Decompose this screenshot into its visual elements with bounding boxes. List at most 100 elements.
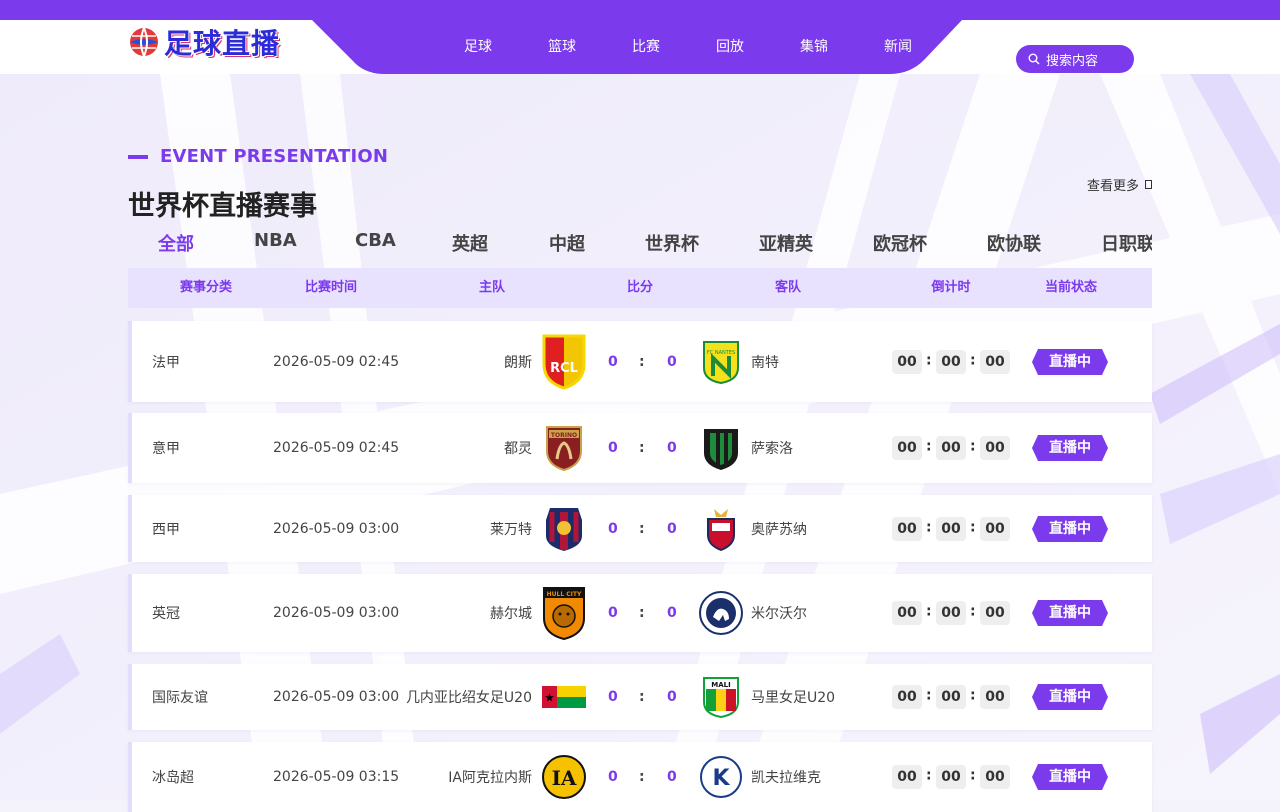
eyebrow-dash [128,154,148,159]
home-score: 0 [608,440,618,456]
score-separator: : [639,769,645,785]
home-team: 都灵 [504,441,532,457]
countdown-minutes: 00 [936,685,966,709]
match-time: 2026-05-09 03:15 [273,769,400,785]
home-score: 0 [608,689,618,705]
countdown-hours: 00 [892,436,922,460]
tab-csl[interactable]: 中超 [549,230,585,256]
match-time: 2026-05-09 02:45 [273,353,400,370]
section-title: 世界杯直播赛事 [128,191,317,222]
countdown-hours: 00 [892,349,922,374]
svg-text:K: K [712,766,730,791]
col-countdown: 倒计时 [931,280,971,295]
search-button[interactable]: 搜索内容 [1016,45,1134,73]
live-status-button[interactable]: 直播中 [1032,684,1108,710]
live-status-button[interactable]: 直播中 [1032,515,1108,542]
nav-item-matches[interactable]: 比赛 [604,33,688,61]
score-separator: : [639,353,645,370]
col-league: 赛事分类 [179,280,233,295]
away-team: 凯夫拉维克 [751,770,821,786]
nav-item-replay[interactable]: 回放 [688,33,772,61]
tab-world-cup[interactable]: 世界杯 [645,230,699,256]
ia-akranes-crest-icon: IA [542,755,586,799]
tab-acl-elite[interactable]: 亚精英 [759,230,813,256]
countdown-seconds: 00 [980,436,1010,460]
col-status: 当前状态 [1044,280,1098,295]
arrow-icon [1145,180,1152,189]
table-row[interactable]: 冰岛超 2026-05-09 03:15 IA阿克拉内斯 IA 0 : 0 K … [128,742,1152,812]
countdown-minutes: 00 [936,601,966,625]
col-away: 客队 [774,280,802,295]
table-row[interactable]: 法甲 2026-05-09 02:45 朗斯 RCL 0 : 0 FC NANT… [128,321,1152,402]
match-time: 2026-05-09 03:00 [273,689,400,705]
svg-text:TORINO: TORINO [551,432,577,439]
nav-item-home[interactable]: 首页 [351,33,436,61]
countdown-seconds: 00 [980,685,1010,709]
search-icon [1028,53,1040,65]
osasuna-crest-icon [699,507,743,551]
tab-uecl[interactable]: 欧协联 [987,230,1041,256]
guinea-bissau-flag-icon [542,675,586,719]
countdown-hours: 00 [892,765,922,789]
away-score: 0 [667,440,677,456]
nav-label: 比赛 [632,39,660,55]
away-team: 马里女足U20 [751,690,836,706]
mali-crest-icon: MALI [699,675,743,719]
countdown-colon: : [926,351,932,368]
nav-label: 回放 [716,39,744,55]
nav-label: 篮球 [548,39,576,55]
svg-text:IA: IA [552,766,577,790]
countdown-colon: : [926,603,932,620]
score-separator: : [639,605,645,621]
countdown-colon: : [970,603,976,620]
sassuolo-crest-icon [699,426,743,470]
countdown-minutes: 00 [936,349,966,374]
table-row[interactable]: 意甲 2026-05-09 02:45 都灵 TORINO 0 : 0 萨索洛 … [128,413,1152,483]
svg-text:RCL: RCL [550,361,578,376]
view-more-label: 查看更多 [1086,179,1139,194]
countdown-minutes: 00 [936,436,966,460]
site-logo[interactable]: 足球直播 [128,22,280,62]
live-status-button[interactable]: 直播中 [1032,348,1108,375]
home-team: 朗斯 [504,354,532,371]
table-row[interactable]: 英冠 2026-05-09 03:00 赫尔城 HULL CITY 0 : 0 [128,574,1152,652]
col-score: 比分 [626,280,654,295]
score-separator: : [639,440,645,456]
countdown-colon: : [970,351,976,368]
away-team: 米尔沃尔 [751,606,807,622]
countdown-colon: : [970,767,976,784]
table-row[interactable]: 西甲 2026-05-09 03:00 莱万特 0 : 0 奥萨苏纳 00: … [128,495,1152,562]
status-label: 直播中 [1049,440,1091,456]
levante-crest-icon [542,507,586,551]
tab-ucl[interactable]: 欧冠杯 [873,230,927,256]
tab-all[interactable]: 全部 [158,230,194,256]
nav-item-highlights[interactable]: 集锦 [772,33,856,61]
col-time: 比赛时间 [304,280,358,295]
hull-city-crest-icon: HULL CITY [542,587,586,640]
table-row[interactable]: 国际友谊 2026-05-09 03:00 几内亚比绍女足U20 0 : 0 M… [128,664,1152,730]
tab-j-league[interactable]: 日职联 [1101,230,1152,256]
view-more-link[interactable]: 查看更多 [1087,175,1152,194]
nav-label: 新闻 [884,39,912,55]
home-team: 几内亚比绍女足U20 [405,690,532,706]
nav-label: 首页 [380,39,408,55]
live-status-button[interactable]: 直播中 [1032,764,1108,790]
status-label: 直播中 [1049,520,1091,537]
live-status-button[interactable]: 直播中 [1032,600,1108,626]
live-status-button[interactable]: 直播中 [1032,435,1108,461]
home-score: 0 [608,605,618,621]
league-name: 英冠 [152,606,180,622]
tab-premier-league[interactable]: 英超 [452,230,488,256]
torino-crest-icon: TORINO [542,426,586,471]
ball-icon [130,27,158,57]
search-label: 搜索内容 [1046,53,1099,69]
tab-nba[interactable]: NBA [254,230,297,251]
away-team: 萨索洛 [751,441,793,457]
nav-item-basketball[interactable]: 篮球 [520,33,604,61]
tab-cba[interactable]: CBA [355,230,396,251]
nav-item-news[interactable]: 新闻 [856,33,940,61]
home-score: 0 [608,353,618,370]
countdown-colon: : [926,438,932,455]
league-tabs: 全部 NBA CBA 英超 中超 世界杯 亚精英 欧冠杯 欧协联 日职联 [128,226,1152,271]
nav-item-football[interactable]: 足球 [436,33,520,61]
